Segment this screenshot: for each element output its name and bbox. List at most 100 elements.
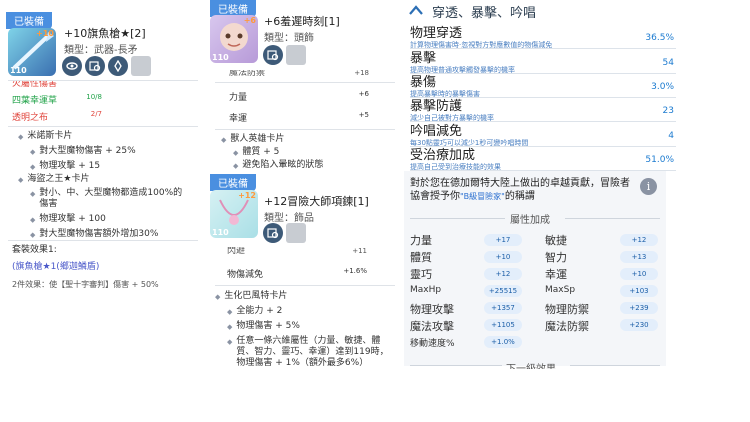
attr-patk-value: +1357 <box>484 302 522 314</box>
item-type: 類型：武器-長矛 <box>64 45 138 56</box>
item-level: 110 <box>212 228 229 237</box>
attr-mdef-label: 魔法防禦 <box>545 320 589 333</box>
item-card-fishing-spear: 已裝備 +10 110 +10旗魚槍★[2] 類型：武器-長矛 火屬性傷害 四葉… <box>0 0 203 300</box>
set-bonus-link[interactable]: (旗魚槍★1(鄉迦鱗盾) <box>12 262 99 273</box>
item-type: 類型：頭飾 <box>264 33 314 44</box>
item-card-necklace: 已裝備 +12 110 +12冒險大師項鍊[1] 類型：飾品 閃避 +11 物傷… <box>205 174 400 366</box>
next-level-header: 下一級效果 <box>410 360 660 369</box>
card-section-baphomet: 生化巴風特卡片 全能力 + 2 物理傷害 + 5% 任意一條六維屬性（力量、敏捷… <box>215 291 393 366</box>
attr-matk-value: +1105 <box>484 319 522 331</box>
attr-vit-value: +10 <box>484 251 522 263</box>
stat-crit-protect: 暴擊防護 減少自己被對方暴擊的機率 23 <box>410 99 676 122</box>
enhance-level: +6 <box>243 16 256 25</box>
divider <box>215 285 395 286</box>
item-thumbnail[interactable]: +10 110 <box>8 28 56 76</box>
attr-pdef-value: +239 <box>620 302 658 314</box>
card-effect: 物理傷害 + 5% <box>215 321 393 333</box>
attr-str-value: +17 <box>484 234 522 246</box>
attr-movespeed-label: 移動速度% <box>410 339 455 349</box>
attr-row-cloth: 透明之布 2/7 <box>12 110 102 123</box>
attr-matk-label: 魔法攻擊 <box>410 320 454 333</box>
stat-crit: 暴擊 提高物理普通攻擊觸發暴擊的機率 54 <box>410 51 676 74</box>
item-thumbnail[interactable]: +12 110 <box>210 190 258 238</box>
card-section-minos: 米諾斯卡片 對大型魔物傷害 + 25% 物理攻擊 + 15 <box>18 131 198 173</box>
attr-row-flee: 閃避 +11 <box>227 247 367 255</box>
attr-row-clover: 四葉幸運草 10/8 <box>12 93 102 106</box>
item-level: 110 <box>212 53 229 62</box>
enhance-level: +12 <box>238 191 256 200</box>
attr-pdef-label: 物理防禦 <box>545 303 589 316</box>
item-thumbnail[interactable]: +6 110 <box>210 15 258 63</box>
item-name: +12冒險大師項鍊[1] <box>264 195 369 208</box>
card-title: 獸人英雄卡片 <box>221 134 396 146</box>
attr-maxhp-label: MaxHp <box>410 285 442 295</box>
card-effect: 避免陷入暈眩的狀態 <box>221 160 396 172</box>
attr-dex-label: 靈巧 <box>410 268 432 281</box>
stat-cast-reduce: 吟唱減免 每30點靈巧可以減少1秒可變吟唱時間 4 <box>410 124 676 147</box>
attr-mdef-value: +230 <box>620 319 658 331</box>
attr-int-value: +13 <box>620 251 658 263</box>
divider <box>215 129 395 130</box>
attr-maxhp-value: +25515 <box>484 285 522 297</box>
attr-patk-label: 物理攻擊 <box>410 303 454 316</box>
chevron-up-icon[interactable] <box>408 4 424 16</box>
divider <box>8 126 198 127</box>
view-icon[interactable] <box>62 56 82 76</box>
inspect-icon[interactable] <box>263 45 283 65</box>
card-effect: 物理攻擊 + 15 <box>18 161 198 173</box>
item-name: +10旗魚槍★[2] <box>64 27 146 40</box>
attr-maxsp-label: MaxSp <box>545 285 576 295</box>
attr-int-label: 智力 <box>545 251 567 264</box>
attr-vit-label: 體質 <box>410 251 432 264</box>
stat-crit-damage: 暴傷 提高暴擊時的暴擊傷害 3.0% <box>410 75 676 98</box>
card-section-orc-hero: 獸人英雄卡片 體質 + 5 避免陷入暈眩的狀態 <box>221 134 396 172</box>
attr-row-phys-reduce: 物傷減免 +1.6% <box>227 267 367 280</box>
stat-heal-bonus: 受治療加成 提高自己受到治療技能的效果 51.0% <box>410 148 676 171</box>
attr-agi-value: +12 <box>620 234 658 246</box>
item-name: +6羞遲時刻[1] <box>264 15 340 28</box>
card-title: 米諾斯卡片 <box>18 131 198 143</box>
card-effect: 體質 + 5 <box>221 147 396 159</box>
attr-row-str: 力量 +6 <box>229 90 369 103</box>
inspect-icon[interactable] <box>85 56 105 76</box>
item-type: 類型：飾品 <box>264 213 314 224</box>
card-effect: 對小、中、大型魔物都造成100%的傷害 <box>18 188 183 210</box>
attr-row-cut: 火屬性傷害 <box>12 81 58 87</box>
attr-row-luk: 幸運 +5 <box>229 111 369 124</box>
item-level: 110 <box>10 66 27 75</box>
attr-row-mdef: 魔法防禦 +18 <box>229 70 369 77</box>
equipped-badge: 已裝備 <box>6 12 52 29</box>
divider <box>215 82 395 83</box>
attr-luk-label: 幸運 <box>545 268 567 281</box>
attr-dex-value: +12 <box>484 268 522 280</box>
attr-agi-label: 敏捷 <box>545 234 567 247</box>
card-section-pirate: 海盜之王★卡片 對小、中、大型魔物都造成100%的傷害 物理攻擊 + 100 對… <box>18 174 183 241</box>
attr-header: 屬性加成 <box>410 211 660 226</box>
enhance-level: +10 <box>36 29 54 38</box>
set-bonus-title: 套裝效果1: <box>12 245 57 255</box>
info-icon[interactable]: i <box>640 178 657 195</box>
equipped-badge: 已裝備 <box>210 174 256 191</box>
attr-movespeed-value: +1.0% <box>484 336 522 348</box>
inspect-icon[interactable] <box>263 223 283 243</box>
item-actions <box>263 45 306 65</box>
item-actions <box>62 56 151 76</box>
card-slot-icon[interactable] <box>286 45 306 65</box>
enchant-icon[interactable] <box>108 56 128 76</box>
honor-text: 對於您在德加爾特大陸上做出的卓越貢獻，冒險者協會授予你"B級冒險家"的稱謂 <box>410 178 630 202</box>
card-effect: 對大型魔物傷害 + 25% <box>18 146 198 158</box>
attr-str-label: 力量 <box>410 234 432 247</box>
attr-maxsp-value: +103 <box>620 285 658 297</box>
divider <box>8 240 198 241</box>
section-title: 穿透、暴擊、吟唱 <box>432 6 537 21</box>
card-slot-icon[interactable] <box>286 223 306 243</box>
card-title: 生化巴風特卡片 <box>215 291 393 303</box>
card-effect: 任意一條六維屬性（力量、敏捷、體質、智力、靈巧、幸運）達到119時，物理傷害 +… <box>215 336 393 366</box>
set-bonus-effect: 2件效果：使【聖十字審判】傷害 + 50% <box>12 280 159 289</box>
stat-penetration: 物理穿透 計算物理傷害時·忽視對方對應數值的物傷減免 36.5% <box>410 26 676 49</box>
attr-luk-value: +10 <box>620 268 658 280</box>
card-slot-icon[interactable] <box>131 56 151 76</box>
card-effect: 全能力 + 2 <box>215 306 393 318</box>
card-title: 海盜之王★卡片 <box>18 174 183 186</box>
card-effect: 物理攻擊 + 100 <box>18 214 183 226</box>
